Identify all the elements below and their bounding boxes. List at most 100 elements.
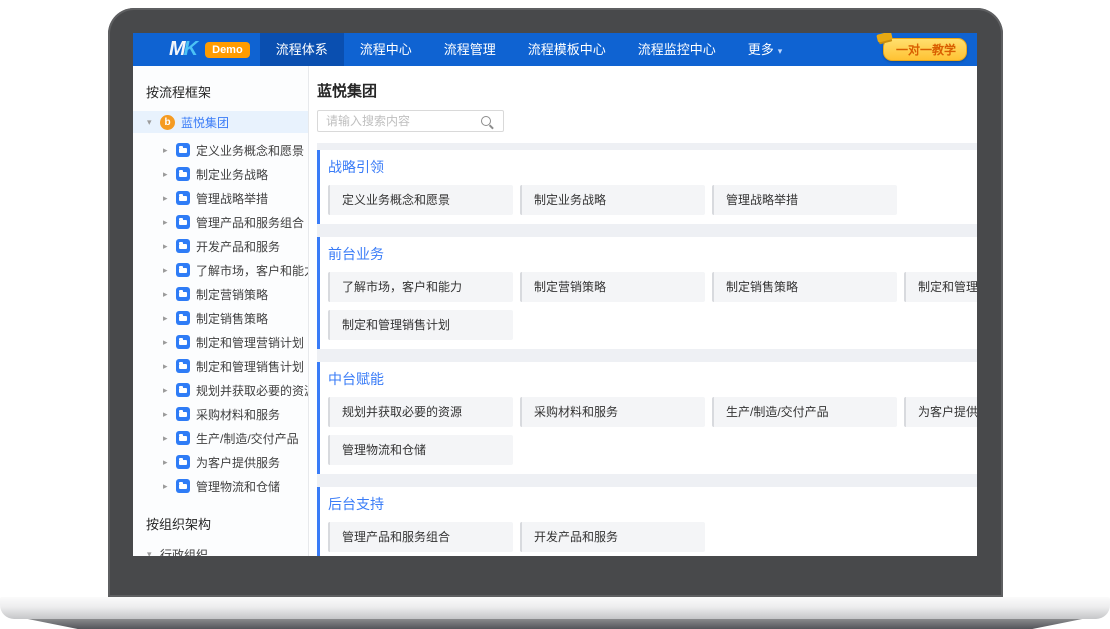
tree-expanded-icon[interactable]: ▾	[147, 549, 160, 557]
main-content: 蓝悦集团 战略引领 定义业务概念和愿景制定业务战略管理战略举措 前台业务 了解市…	[309, 66, 977, 556]
card-row: 定义业务概念和愿景制定业务战略管理战略举措	[328, 185, 977, 215]
process-card[interactable]: 制定和管理销售计划	[328, 310, 513, 340]
tree-collapsed-icon[interactable]: ▸	[163, 169, 176, 180]
process-section: 后台支持 管理产品和服务组合开发产品和服务	[317, 487, 977, 556]
nav-item[interactable]: 流程监控中心	[622, 33, 732, 66]
process-section: 前台业务 了解市场，客户和能力制定营销策略制定销售策略制定和管理营销计划制定和管…	[317, 237, 977, 349]
folder-icon	[176, 191, 190, 205]
tree-collapsed-icon[interactable]: ▸	[163, 217, 176, 228]
logo-letter-m: M	[169, 38, 184, 61]
folder-icon	[176, 215, 190, 229]
page-title: 蓝悦集团	[317, 80, 977, 101]
tree-item[interactable]: ▸ 管理产品和服务组合	[133, 210, 308, 234]
folder-icon	[176, 479, 190, 493]
process-card[interactable]: 开发产品和服务	[520, 522, 705, 552]
process-card[interactable]: 了解市场，客户和能力	[328, 272, 513, 302]
laptop-base	[0, 597, 1110, 619]
tree-item[interactable]: ▸ 制定和管理营销计划	[133, 330, 308, 354]
process-sections: 战略引领 定义业务概念和愿景制定业务战略管理战略举措 前台业务 了解市场，客户和…	[317, 143, 977, 556]
process-card[interactable]: 管理物流和仓储	[328, 435, 513, 465]
process-card[interactable]: 为客户提供服务	[904, 397, 977, 427]
promo-badge[interactable]: 一对一教学	[883, 38, 967, 61]
process-card[interactable]: 管理产品和服务组合	[328, 522, 513, 552]
card-row: 了解市场，客户和能力制定营销策略制定销售策略制定和管理营销计划	[328, 272, 977, 302]
process-card[interactable]: 定义业务概念和愿景	[328, 185, 513, 215]
tree-item[interactable]: ▸ 开发产品和服务	[133, 234, 308, 258]
tree-collapsed-icon[interactable]: ▸	[163, 385, 176, 396]
company-icon: b	[160, 115, 175, 130]
process-card[interactable]: 生产/制造/交付产品	[712, 397, 897, 427]
nav-item[interactable]: 流程管理	[428, 33, 512, 66]
tree-item[interactable]: ▸ 管理物流和仓储	[133, 474, 308, 498]
tree-item[interactable]: ▸ 定义业务概念和愿景	[133, 138, 308, 162]
tree-collapsed-icon[interactable]: ▸	[163, 193, 176, 204]
search-input[interactable]	[318, 114, 481, 128]
process-card[interactable]: 制定销售策略	[712, 272, 897, 302]
tree-collapsed-icon[interactable]: ▸	[163, 361, 176, 372]
process-card[interactable]: 制定业务战略	[520, 185, 705, 215]
tree-collapsed-icon[interactable]: ▸	[163, 265, 176, 276]
tree-expanded-icon[interactable]: ▾	[147, 117, 160, 128]
top-nav: M K Demo 流程体系流程中心流程管理流程模板中心流程监控中心更多▾ 一对一…	[133, 33, 977, 66]
folder-icon	[176, 263, 190, 277]
tree-item[interactable]: ▸ 制定营销策略	[133, 282, 308, 306]
section-title: 战略引领	[328, 159, 977, 176]
tree-item[interactable]: ▸ 管理战略举措	[133, 186, 308, 210]
tree-item[interactable]: ▸ 生产/制造/交付产品	[133, 426, 308, 450]
search-box	[317, 110, 504, 132]
process-card[interactable]: 采购材料和服务	[520, 397, 705, 427]
process-card[interactable]: 管理战略举措	[712, 185, 897, 215]
app-body: 按流程框架 ▾ b 蓝悦集团 ▸ 定义业务概念和愿景 ▸ 制定业务战略 ▸ 管理…	[133, 66, 977, 556]
tree-item[interactable]: ▸ 采购材料和服务	[133, 402, 308, 426]
search-icon[interactable]	[481, 116, 491, 126]
tree-item[interactable]: ▸ 了解市场，客户和能力	[133, 258, 308, 282]
tree-node-label: 蓝悦集团	[181, 114, 229, 131]
laptop-base-edge	[0, 619, 1110, 629]
folder-icon	[176, 167, 190, 181]
tree-item[interactable]: ▸ 制定业务战略	[133, 162, 308, 186]
app-logo[interactable]: M K Demo	[169, 38, 250, 61]
app-window: M K Demo 流程体系流程中心流程管理流程模板中心流程监控中心更多▾ 一对一…	[133, 33, 977, 556]
tree-collapsed-icon[interactable]: ▸	[163, 433, 176, 444]
tree-item[interactable]: ▸ 制定和管理销售计划	[133, 354, 308, 378]
folder-icon	[176, 239, 190, 253]
card-row: 规划并获取必要的资源采购材料和服务生产/制造/交付产品为客户提供服务	[328, 397, 977, 427]
tree-collapsed-icon[interactable]: ▸	[163, 313, 176, 324]
folder-icon	[176, 383, 190, 397]
nav-item[interactable]: 流程中心	[344, 33, 428, 66]
process-card[interactable]: 制定营销策略	[520, 272, 705, 302]
tree-node-label: 行政组织	[160, 546, 208, 557]
nav-item[interactable]: 流程模板中心	[512, 33, 622, 66]
process-card[interactable]: 规划并获取必要的资源	[328, 397, 513, 427]
folder-icon	[176, 407, 190, 421]
nav-menu: 流程体系流程中心流程管理流程模板中心流程监控中心更多▾	[260, 33, 799, 66]
page-background: M K Demo 流程体系流程中心流程管理流程模板中心流程监控中心更多▾ 一对一…	[0, 0, 1110, 629]
section-title: 中台赋能	[328, 371, 977, 388]
folder-icon	[176, 431, 190, 445]
tree-collapsed-icon[interactable]: ▸	[163, 145, 176, 156]
tree-item[interactable]: ▸ 制定销售策略	[133, 306, 308, 330]
section-title: 前台业务	[328, 246, 977, 263]
folder-icon	[176, 287, 190, 301]
tree-collapsed-icon[interactable]: ▸	[163, 409, 176, 420]
tree-collapsed-icon[interactable]: ▸	[163, 337, 176, 348]
laptop-bezel: M K Demo 流程体系流程中心流程管理流程模板中心流程监控中心更多▾ 一对一…	[108, 8, 1003, 597]
card-row: 制定和管理销售计划	[328, 310, 977, 340]
nav-item[interactable]: 更多▾	[732, 33, 799, 66]
sidebar-org-header: 按组织架构	[146, 514, 308, 533]
process-tree: ▸ 定义业务概念和愿景 ▸ 制定业务战略 ▸ 管理战略举措 ▸ 管理产品和服务组…	[133, 138, 308, 498]
tree-collapsed-icon[interactable]: ▸	[163, 241, 176, 252]
tree-node-org[interactable]: ▾ 行政组织	[133, 543, 308, 556]
logo-letter-k: K	[184, 38, 198, 61]
tree-item[interactable]: ▸ 为客户提供服务	[133, 450, 308, 474]
card-row: 管理物流和仓储	[328, 435, 977, 465]
tree-collapsed-icon[interactable]: ▸	[163, 289, 176, 300]
process-section: 战略引领 定义业务概念和愿景制定业务战略管理战略举措	[317, 150, 977, 224]
tree-item[interactable]: ▸ 规划并获取必要的资源	[133, 378, 308, 402]
tree-collapsed-icon[interactable]: ▸	[163, 481, 176, 492]
nav-item[interactable]: 流程体系	[260, 33, 344, 66]
section-title: 后台支持	[328, 496, 977, 513]
tree-collapsed-icon[interactable]: ▸	[163, 457, 176, 468]
process-card[interactable]: 制定和管理营销计划	[904, 272, 977, 302]
tree-node-company[interactable]: ▾ b 蓝悦集团	[133, 111, 308, 133]
